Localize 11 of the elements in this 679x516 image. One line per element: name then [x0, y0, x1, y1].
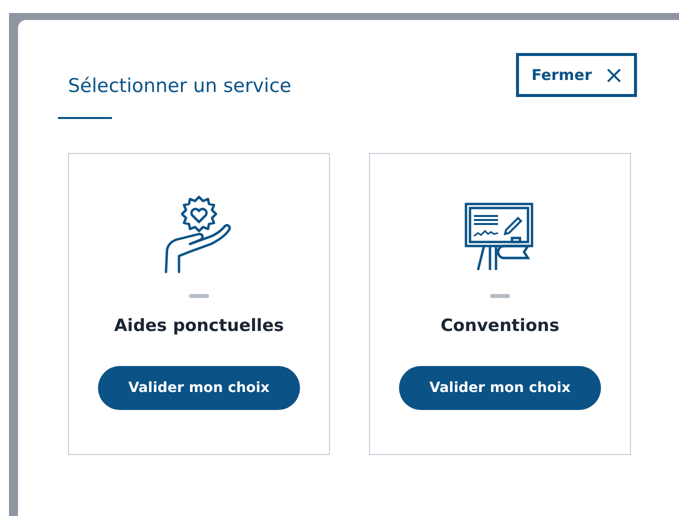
separator-dash — [490, 294, 510, 298]
select-button[interactable]: Valider mon choix — [399, 366, 601, 410]
dialog-title: Sélectionner un service — [68, 75, 292, 97]
close-button[interactable]: Fermer × — [516, 53, 637, 97]
service-card[interactable]: Aides ponctuelles Valider mon choix — [68, 153, 330, 455]
service-card[interactable]: Conventions Valider mon choix — [369, 153, 631, 455]
service-name: Aides ponctuelles — [114, 316, 284, 336]
separator-dash — [189, 294, 209, 298]
select-button[interactable]: Valider mon choix — [98, 366, 300, 410]
service-name: Conventions — [440, 316, 560, 336]
close-icon: × — [604, 63, 624, 87]
